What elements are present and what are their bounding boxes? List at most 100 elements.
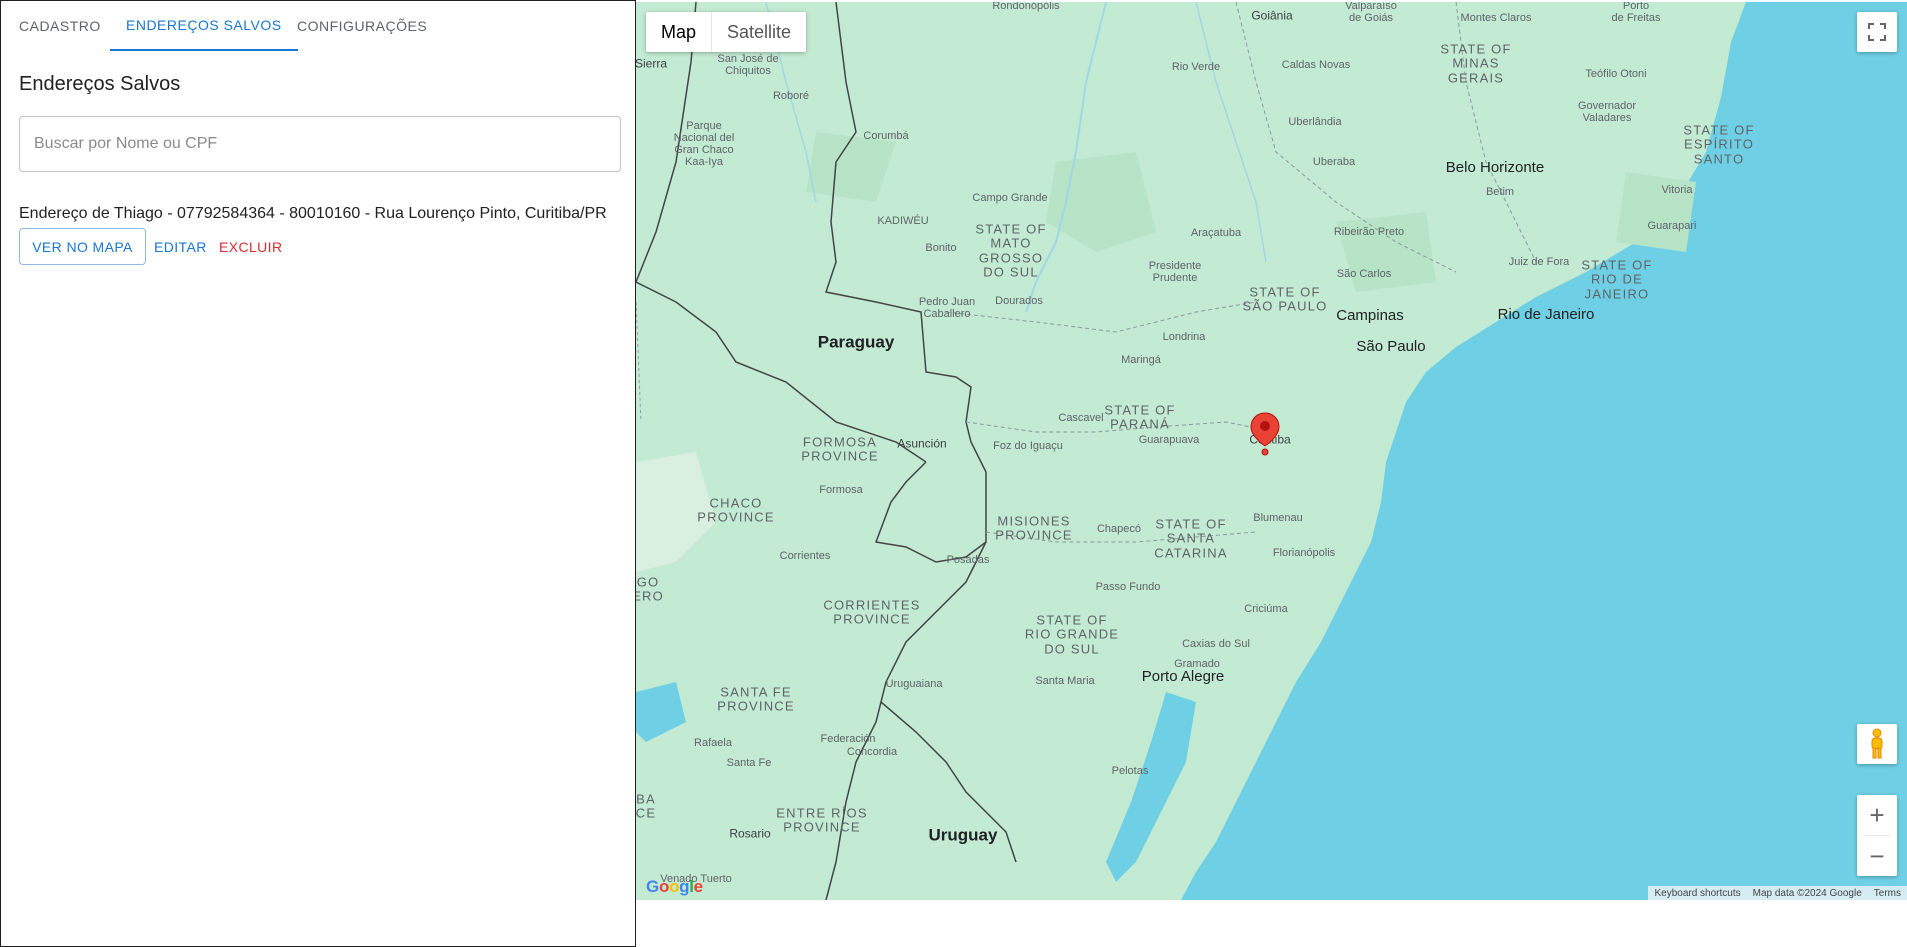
map-label: Betim <box>1485 185 1515 198</box>
map-label: Corrientes <box>779 549 831 562</box>
map-label: Rafaela <box>694 736 732 749</box>
left-panel: CADASTRO ENDEREÇOS SALVOS CONFIGURAÇÕES … <box>0 0 636 947</box>
map-label: Porto de Freitas <box>1611 2 1661 24</box>
map-label: STATE OF SÃO PAULO <box>1242 284 1328 314</box>
map-label: Foz do Iguaçu <box>993 439 1063 452</box>
map-label: ENTRE RÍOS PROVINCE <box>776 805 868 835</box>
map-view[interactable]: Rondonópolis Goiânia Valparaíso de Goiás … <box>636 2 1907 900</box>
map-label: Governador Valadares <box>1577 99 1637 124</box>
map-label: STATE OF MATO GROSSO DO SUL <box>975 221 1047 280</box>
map-label: Formosa <box>819 483 863 496</box>
map-label: Paraguay <box>817 332 895 352</box>
map-label: GO ERO <box>636 574 664 604</box>
street-view-button[interactable] <box>1857 724 1897 764</box>
map-label: Guarapuava <box>1138 433 1200 446</box>
map-label: Criciúma <box>1244 602 1288 615</box>
delete-button[interactable]: EXCLUIR <box>219 228 282 265</box>
map-label: Caldas Novas <box>1281 58 1351 71</box>
map-label: Ribeirão Preto <box>1333 225 1405 238</box>
google-logo: Google <box>646 877 703 896</box>
zoom-out-button[interactable]: − <box>1857 836 1897 876</box>
map-label: STATE OF MINAS GERAIS <box>1440 41 1512 86</box>
map-label: Caxias do Sul <box>1182 637 1250 650</box>
map-label: Maringá <box>1121 353 1161 366</box>
map-label: Rio de Janeiro <box>1497 305 1595 323</box>
map-label: Juiz de Fora <box>1508 255 1570 268</box>
map-label: Uberaba <box>1312 155 1356 168</box>
tab-configuracoes[interactable]: CONFIGURAÇÕES <box>281 1 443 51</box>
map-label: Roboré <box>772 89 810 102</box>
map-label: Vitoria <box>1661 183 1693 196</box>
pegman-icon <box>1871 728 1883 759</box>
map-label: São Paulo <box>1356 337 1426 355</box>
map-type-control: Map Satellite <box>646 12 807 52</box>
zoom-control: + − <box>1857 795 1897 876</box>
map-label: Uberlândia <box>1288 115 1342 128</box>
map-label: São Carlos <box>1336 267 1392 280</box>
map-type-satellite-button[interactable]: Satellite <box>711 12 806 52</box>
tab-enderecos-salvos[interactable]: ENDEREÇOS SALVOS <box>110 1 298 51</box>
map-label: Goiânia <box>1251 8 1293 23</box>
map-label: Londrina <box>1162 330 1206 343</box>
search-input[interactable] <box>19 116 621 172</box>
map-label: Rosario <box>729 826 771 841</box>
map-label: Bonito <box>925 241 957 254</box>
map-label: BA CE <box>636 791 657 821</box>
map-label: Blumenau <box>1253 511 1303 524</box>
map-label: STATE OF PARANÁ <box>1104 402 1176 432</box>
terms-link[interactable]: Terms <box>1868 886 1907 900</box>
map-label: Uruguay <box>928 825 998 845</box>
map-label: Santa Fe <box>726 756 772 769</box>
map-label: Cascavel <box>1058 411 1104 424</box>
map-label: Belo Horizonte <box>1445 158 1545 176</box>
map-label: Araçatuba <box>1190 226 1242 239</box>
map-label: Campo Grande <box>972 191 1048 204</box>
map-label: STATE OF RIO GRANDE DO SUL <box>1024 612 1120 657</box>
map-data-text: Map data ©2024 Google <box>1752 887 1862 899</box>
map-label: CORRIENTES PROVINCE <box>823 597 921 627</box>
keyboard-shortcuts-link[interactable]: Keyboard shortcuts <box>1648 886 1746 900</box>
location-pin-icon[interactable] <box>1250 412 1280 456</box>
map-label: Asunción <box>897 436 947 451</box>
map-label: Posadas <box>946 553 990 566</box>
zoom-in-button[interactable]: + <box>1857 795 1897 835</box>
map-label: Uruguaiana <box>885 677 943 690</box>
map-label: Concordia <box>846 745 898 758</box>
map-label: Chapecó <box>1096 522 1142 535</box>
edit-button[interactable]: EDITAR <box>154 228 207 265</box>
map-label: Florianópolis <box>1272 546 1336 559</box>
map-label: KADIWÉU <box>877 214 929 227</box>
map-label: Corumbá <box>863 129 909 142</box>
map-label: FORMOSA PROVINCE <box>801 434 879 464</box>
fullscreen-button[interactable] <box>1857 12 1897 52</box>
view-on-map-button[interactable]: VER NO MAPA <box>19 228 146 265</box>
page-title: Endereços Salvos <box>19 73 181 95</box>
map-label: STATE OF ESPÍRITO SANTO <box>1683 122 1755 167</box>
map-label: Dourados <box>995 294 1043 307</box>
tab-bar: CADASTRO ENDEREÇOS SALVOS CONFIGURAÇÕES <box>1 1 635 51</box>
map-label: STATE OF RIO DE JANEIRO <box>1581 257 1653 302</box>
map-label: Pelotas <box>1111 764 1149 777</box>
map-label: Presidente Prudente <box>1148 259 1202 284</box>
address-item-text: Endereço de Thiago - 07792584364 - 80010… <box>19 205 607 222</box>
map-label: Montes Claros <box>1460 11 1532 24</box>
map-label: Rio Verde <box>1171 60 1221 73</box>
map-label: Guarapari <box>1647 219 1697 232</box>
map-label: MISIONES PROVINCE <box>995 513 1073 543</box>
map-label: Federación <box>820 732 876 745</box>
map-label: Porto Alegre <box>1141 667 1225 685</box>
map-label: Parque Nacional del Gran Chaco Kaa-Iya <box>673 119 735 169</box>
map-label: CHACO PROVINCE <box>697 495 775 525</box>
map-label: Teófilo Otoni <box>1585 67 1647 80</box>
map-label: Valparaíso de Goiás <box>1345 2 1397 24</box>
map-label: San José de Chiquitos <box>717 52 779 77</box>
map-type-map-button[interactable]: Map <box>646 12 711 52</box>
fullscreen-icon <box>1868 23 1886 41</box>
map-label: Sierra <box>636 56 668 71</box>
map-label: Passo Fundo <box>1095 580 1161 593</box>
map-label: Campinas <box>1336 306 1404 324</box>
map-label: Pedro Juan Caballero <box>918 295 976 320</box>
tab-cadastro[interactable]: CADASTRO <box>3 1 117 51</box>
map-label: SANTA FE PROVINCE <box>717 684 795 714</box>
map-label: STATE OF SANTA CATARINA <box>1154 516 1228 561</box>
